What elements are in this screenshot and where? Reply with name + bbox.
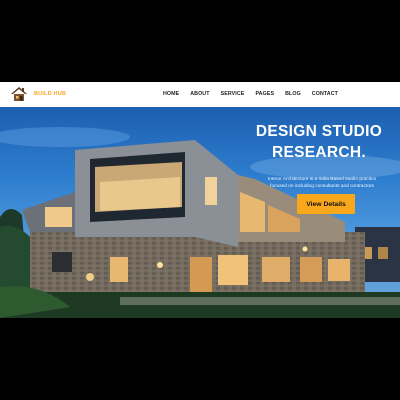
website: BUILD HUB HOME ABOUT SERVICE PAGES BLOG … [0,82,400,318]
hero-title-line2: RESEARCH. [272,144,366,161]
nav-service[interactable]: SERVICE [221,91,245,97]
nav-blog[interactable]: BLOG [285,91,301,97]
hero-title: DESIGN STUDIO RESEARCH. [252,121,386,163]
nav-home[interactable]: HOME [163,91,179,97]
brand-name: BUILD HUB [34,91,67,97]
navbar: BUILD HUB HOME ABOUT SERVICE PAGES BLOG … [0,82,400,107]
house-logo-icon [11,87,27,101]
hero-text-line1: Interor Architecture is a India Based st… [267,177,377,182]
hero-title-line1: DESIGN STUDIO [255,123,383,140]
main-menu: HOME ABOUT SERVICE PAGES BLOG CONTACT [163,91,338,97]
nav-pages[interactable]: PAGES [255,91,274,97]
brand-logo[interactable]: BUILD HUB [10,86,66,102]
hero-banner: DESIGN STUDIO RESEARCH. Interor Architec… [0,107,400,318]
hero-description: Interor Architecture is a India Based st… [262,176,382,190]
nav-about[interactable]: ABOUT [190,91,209,97]
hero-text-line2: focused on including consultants and con… [270,184,374,189]
view-details-button[interactable]: View Details [297,194,355,214]
nav-contact[interactable]: CONTACT [312,91,338,97]
